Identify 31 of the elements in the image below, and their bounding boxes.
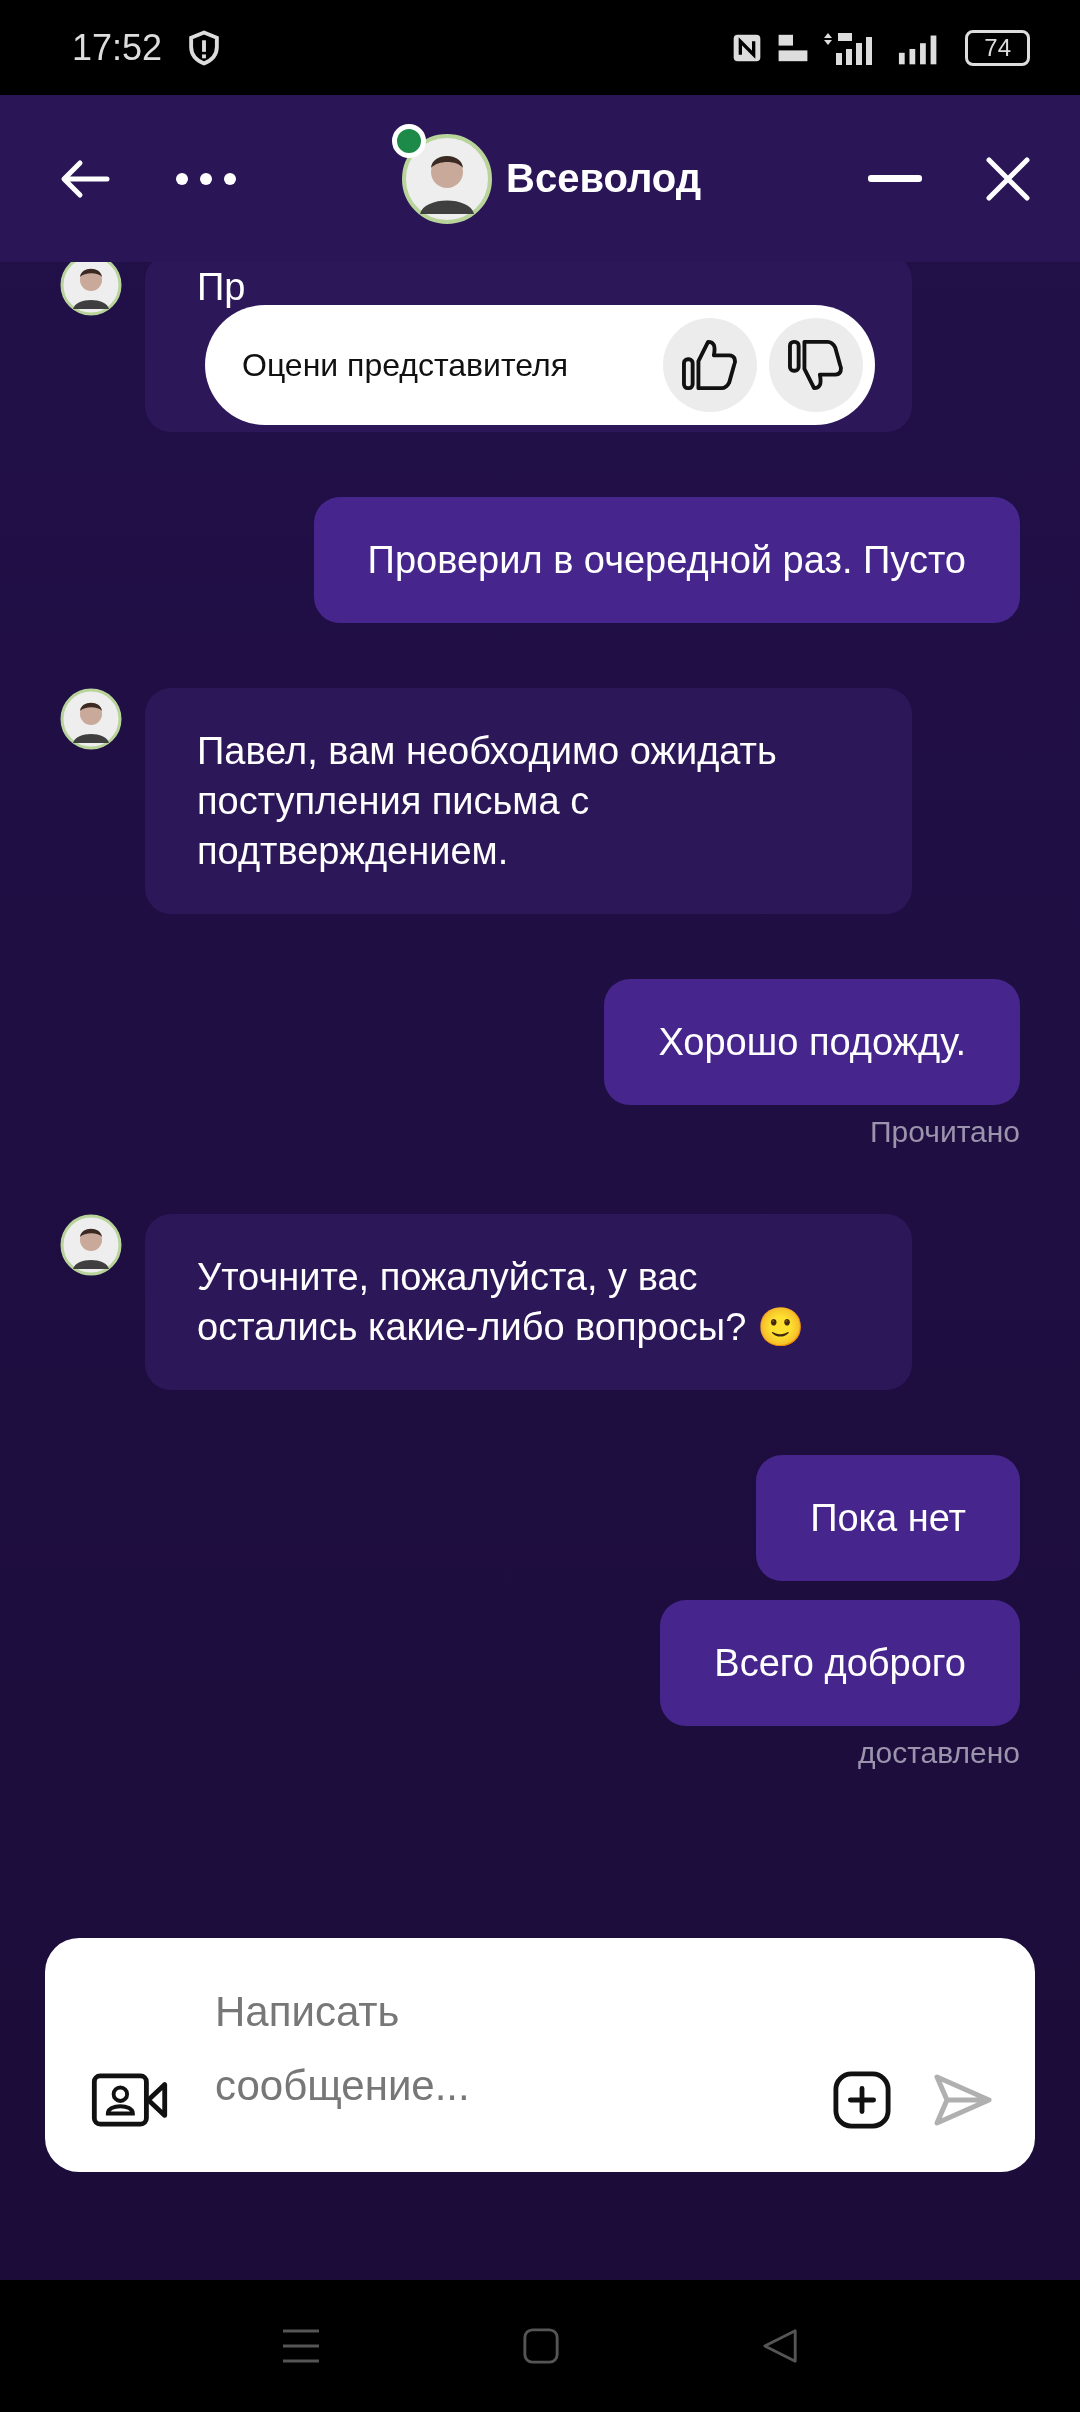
message-status: доставлено: [857, 1736, 1020, 1770]
avatar: [60, 688, 122, 750]
message-bubble: Уточните, пожалуйста, у вас остались какие-либо вопросы? 🙂: [145, 1214, 912, 1390]
message-bubble: Павел, вам необходимо ожидать поступления письма с подтверждением.: [145, 688, 912, 914]
avatar: [60, 1214, 122, 1276]
message-input[interactable]: Написать сообщение...: [215, 1975, 615, 2135]
close-icon: [986, 156, 1030, 201]
menu-icon[interactable]: [280, 2328, 321, 2364]
message-bubble: Всего доброго: [660, 1600, 1020, 1726]
more-icon: [174, 170, 238, 187]
message-bubble: Хорошо подожду.: [604, 979, 1020, 1105]
back-arrow-icon: [60, 158, 110, 199]
home-icon[interactable]: [522, 2327, 560, 2365]
contact-name: Всеволод: [506, 156, 702, 201]
rating-prompt: Оцени представителя: [242, 346, 569, 385]
plus-icon: [833, 2071, 891, 2129]
dislike-button[interactable]: [769, 318, 863, 412]
message-bubble: Пока нет: [756, 1455, 1020, 1581]
message-composer[interactable]: Написать сообщение...: [45, 1938, 1035, 2172]
shield-icon: [188, 29, 221, 66]
message-text: Пр: [197, 266, 246, 308]
battery-indicator: 74: [965, 29, 1030, 66]
thumbs-down-icon: [787, 338, 845, 392]
message-bubble: Проверил в очередной раз. Пусто: [313, 497, 1020, 623]
message-status: Прочитано: [869, 1115, 1020, 1149]
clock: 17:52: [72, 26, 163, 69]
back-icon[interactable]: [761, 2327, 800, 2365]
minimize-icon: [868, 174, 922, 183]
send-icon: [933, 2073, 993, 2127]
thumbs-up-icon: [681, 338, 739, 392]
video-camera-icon: [91, 2073, 169, 2127]
